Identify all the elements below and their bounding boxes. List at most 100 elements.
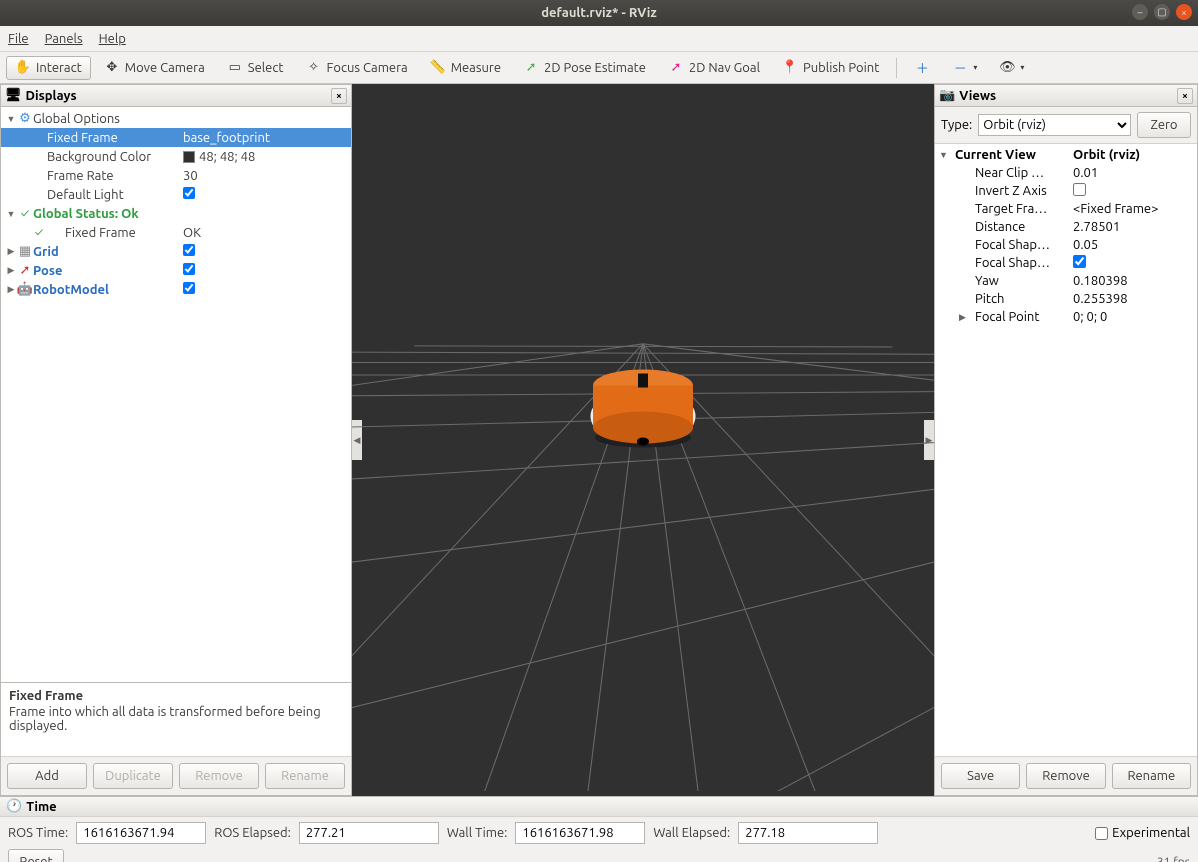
ros-time-field[interactable]: 1616163671.94 — [76, 822, 206, 844]
menu-panels[interactable]: Panels — [45, 32, 83, 46]
eye-icon: 👁 — [999, 60, 1015, 76]
prop-distance[interactable]: Distance2.78501 — [935, 218, 1197, 236]
plus-icon: ＋ — [914, 60, 930, 76]
displays-tree[interactable]: ▼⚙Global Options Fixed Framebase_footpri… — [1, 107, 351, 682]
robot-icon: 🤖 — [17, 282, 33, 297]
type-label: Type: — [941, 118, 972, 132]
views-panel: 📷 Views × Type: Orbit (rviz) Zero ▼Curre… — [934, 84, 1198, 796]
monitor-icon: 🖥 — [5, 88, 22, 103]
rename-button: Rename — [265, 763, 345, 789]
invert-z-checkbox[interactable] — [1073, 183, 1086, 196]
tool-publish-point[interactable]: 📍Publish Point — [773, 56, 888, 80]
minimize-button[interactable]: – — [1132, 4, 1148, 20]
prop-invert-z[interactable]: Invert Z Axis — [935, 182, 1197, 200]
view-properties[interactable]: ▼Current ViewOrbit (rviz) Near Clip …0.0… — [935, 144, 1197, 756]
robotmodel-checkbox[interactable] — [183, 282, 195, 294]
tree-global-status[interactable]: ▼✓Global Status: Ok — [1, 204, 351, 223]
wall-time-field[interactable]: 1616163671.98 — [515, 822, 645, 844]
tree-fixed-frame[interactable]: Fixed Framebase_footprint — [1, 128, 351, 147]
focus-icon: ✧ — [306, 60, 322, 76]
maximize-button[interactable]: ▢ — [1154, 4, 1170, 20]
prop-focal-point[interactable]: ▶Focal Point0; 0; 0 — [935, 308, 1197, 326]
experimental-label: Experimental — [1112, 826, 1190, 840]
gear-icon: ⚙ — [17, 111, 33, 126]
focal-shape-fixed-checkbox[interactable] — [1073, 255, 1086, 268]
tree-robot-model[interactable]: ▶🤖RobotModel — [1, 280, 351, 299]
tool-add[interactable]: ＋ — [905, 56, 939, 80]
rename-view-button[interactable]: Rename — [1112, 763, 1191, 789]
title-bar: default.rviz* - RViz – ▢ × — [0, 0, 1198, 26]
tree-pose[interactable]: ▶➚Pose — [1, 261, 351, 280]
tool-focus-camera[interactable]: ✧Focus Camera — [297, 56, 417, 80]
arrow-icon: ➚ — [17, 263, 33, 278]
prop-current-view[interactable]: ▼Current ViewOrbit (rviz) — [935, 146, 1197, 164]
tool-2d-nav-goal[interactable]: ➚2D Nav Goal — [659, 56, 769, 80]
prop-target-frame[interactable]: Target Fra…<Fixed Frame> — [935, 200, 1197, 218]
pin-icon: 📍 — [782, 60, 798, 76]
camera-icon: 📷 — [939, 88, 955, 103]
zero-button[interactable]: Zero — [1137, 112, 1191, 138]
add-button[interactable]: Add — [7, 763, 87, 789]
tree-frame-rate[interactable]: Frame Rate30 — [1, 166, 351, 185]
menu-help[interactable]: Help — [99, 32, 126, 46]
tool-remove[interactable]: －▾ — [943, 56, 986, 80]
display-description: Fixed Frame Frame into which all data is… — [1, 682, 351, 756]
pose-checkbox[interactable] — [183, 263, 195, 275]
arrow-green-icon: ➚ — [523, 60, 539, 76]
ruler-icon: 📏 — [430, 60, 446, 76]
menu-bar: File Panels Help — [0, 26, 1198, 52]
tree-background-color[interactable]: Background Color48; 48; 48 — [1, 147, 351, 166]
displays-panel: 🖥 Displays × ▼⚙Global Options Fixed Fram… — [0, 84, 352, 796]
tool-measure[interactable]: 📏Measure — [421, 56, 510, 80]
ros-elapsed-label: ROS Elapsed: — [214, 826, 291, 840]
experimental-checkbox[interactable] — [1095, 827, 1108, 840]
arrow-pink-icon: ➚ — [668, 60, 684, 76]
tree-grid[interactable]: ▶▦Grid — [1, 242, 351, 261]
ros-elapsed-field[interactable]: 277.21 — [299, 822, 439, 844]
tree-global-status-fixed-frame[interactable]: ✓Fixed FrameOK — [1, 223, 351, 242]
remove-view-button[interactable]: Remove — [1026, 763, 1105, 789]
ros-time-label: ROS Time: — [8, 826, 68, 840]
wall-elapsed-field[interactable]: 277.18 — [738, 822, 878, 844]
tool-interact[interactable]: ✋Interact — [6, 56, 91, 80]
fps-indicator: 31 fps — [1157, 856, 1190, 862]
tree-default-light[interactable]: Default Light — [1, 185, 351, 204]
select-icon: ▭ — [227, 60, 243, 76]
default-light-checkbox[interactable] — [183, 187, 195, 199]
toolbar: ✋Interact ✥Move Camera ▭Select ✧Focus Ca… — [0, 52, 1198, 84]
minus-icon: － — [952, 60, 968, 76]
check-icon: ✓ — [31, 226, 47, 239]
remove-button: Remove — [179, 763, 259, 789]
time-header[interactable]: 🕐 Time — [0, 797, 1198, 817]
prop-yaw[interactable]: Yaw0.180398 — [935, 272, 1197, 290]
tool-select[interactable]: ▭Select — [218, 56, 293, 80]
reset-button[interactable]: Reset — [8, 849, 64, 862]
prop-pitch[interactable]: Pitch0.255398 — [935, 290, 1197, 308]
3d-viewport[interactable]: ◀ ▶ — [352, 84, 934, 796]
grid-checkbox[interactable] — [183, 244, 195, 256]
robot-model — [578, 365, 708, 458]
hand-icon: ✋ — [15, 60, 31, 76]
wall-elapsed-label: Wall Elapsed: — [653, 826, 730, 840]
close-panel-icon[interactable]: × — [331, 88, 347, 104]
time-panel: 🕐 Time ROS Time: 1616163671.94 ROS Elaps… — [0, 796, 1198, 862]
save-view-button[interactable]: Save — [941, 763, 1020, 789]
menu-file[interactable]: File — [8, 32, 29, 46]
view-type-select[interactable]: Orbit (rviz) — [978, 114, 1131, 136]
tool-move-camera[interactable]: ✥Move Camera — [95, 56, 214, 80]
tree-global-options[interactable]: ▼⚙Global Options — [1, 109, 351, 128]
prop-focal-shape-size[interactable]: Focal Shap…0.05 — [935, 236, 1197, 254]
clock-icon: 🕐 — [6, 799, 22, 814]
displays-header[interactable]: 🖥 Displays × — [1, 85, 351, 107]
grid-icon: ▦ — [17, 244, 33, 259]
tool-2d-pose-estimate[interactable]: ➚2D Pose Estimate — [514, 56, 655, 80]
close-button[interactable]: × — [1176, 4, 1192, 20]
prop-focal-shape-fixed[interactable]: Focal Shap… — [935, 254, 1197, 272]
wall-time-label: Wall Time: — [447, 826, 508, 840]
tool-visibility[interactable]: 👁▾ — [990, 56, 1033, 80]
prop-near-clip[interactable]: Near Clip …0.01 — [935, 164, 1197, 182]
views-header[interactable]: 📷 Views × — [935, 85, 1197, 107]
color-swatch — [183, 151, 195, 163]
close-panel-icon[interactable]: × — [1177, 88, 1193, 104]
check-icon: ✓ — [17, 207, 33, 220]
